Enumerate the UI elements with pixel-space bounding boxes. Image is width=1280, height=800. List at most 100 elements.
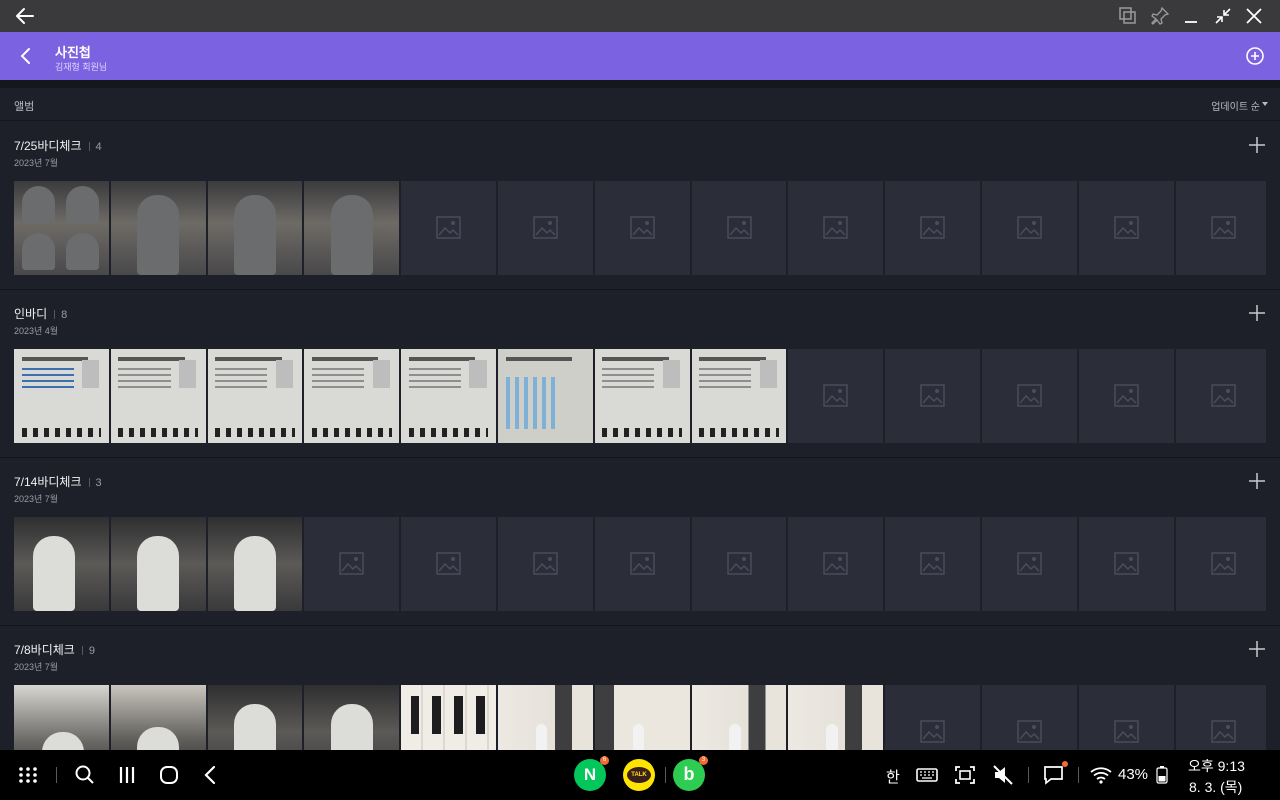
- image-placeholder-icon: [920, 216, 945, 239]
- empty-photo-slot: [885, 349, 980, 443]
- photo-thumbnail[interactable]: [110, 181, 206, 275]
- empty-photo-slot: [1175, 349, 1266, 443]
- minimize-icon[interactable]: [1180, 5, 1202, 27]
- image-placeholder-icon: [533, 216, 558, 239]
- wifi-icon[interactable]: [1088, 762, 1114, 788]
- album-date: 2023년 7월: [14, 662, 59, 672]
- image-placeholder-icon: [1210, 384, 1236, 407]
- album-title-row: 7/14바디체크 3: [14, 473, 102, 490]
- photo-thumbnail[interactable]: [14, 349, 109, 443]
- image-placeholder-icon: [920, 720, 945, 743]
- chevron-left-icon[interactable]: [14, 44, 38, 68]
- empty-photo-slot: [788, 181, 884, 275]
- clock-time[interactable]: 오후 9:13: [1188, 756, 1245, 776]
- image-placeholder-icon: [1114, 384, 1139, 407]
- band-letter: b: [683, 764, 695, 784]
- image-placeholder-icon: [533, 552, 558, 575]
- divider: [88, 142, 90, 152]
- empty-photo-slot: [304, 517, 400, 611]
- photo-count: 3: [95, 477, 102, 489]
- app-header: 사진첩 김재형 회원님: [0, 32, 1280, 80]
- photo-count: 9: [88, 645, 95, 657]
- kakaotalk-app-icon[interactable]: TALK: [623, 759, 655, 791]
- notification-badge: 6: [600, 756, 609, 765]
- recent-apps-icon[interactable]: [114, 762, 140, 788]
- image-placeholder-icon: [1114, 216, 1139, 239]
- back-icon[interactable]: [198, 762, 224, 788]
- image-placeholder-icon: [726, 216, 752, 239]
- taskbar: N 6 TALK b 3 한 43% 오후 9:13 8. 3. (목): [0, 750, 1280, 800]
- image-placeholder-icon: [726, 552, 752, 575]
- pin-icon[interactable]: [1149, 5, 1171, 27]
- photo-thumbnail[interactable]: [594, 349, 690, 443]
- screen-capture-icon[interactable]: [952, 762, 978, 788]
- header-shadow: [0, 80, 1280, 88]
- album-row[interactable]: 인바디 8 2023년 4월: [0, 290, 1280, 458]
- add-photo-icon[interactable]: [1246, 134, 1268, 156]
- empty-photo-slot: [1078, 517, 1174, 611]
- photo-thumbnail[interactable]: [304, 349, 400, 443]
- photo-thumbnail[interactable]: [304, 181, 400, 275]
- photo-thumbnail[interactable]: [207, 181, 303, 275]
- album-title-row: 7/8바디체크 9: [14, 641, 95, 658]
- image-placeholder-icon: [823, 384, 849, 407]
- empty-photo-slot: [497, 517, 593, 611]
- image-placeholder-icon: [1017, 552, 1042, 575]
- album-row[interactable]: 7/14바디체크 3 2023년 7월: [0, 458, 1280, 626]
- album-title-row: 인바디 8: [14, 305, 67, 322]
- image-placeholder-icon: [1017, 216, 1042, 239]
- empty-photo-slot: [981, 517, 1077, 611]
- restore-window-icon[interactable]: [1212, 5, 1234, 27]
- photo-thumbnail[interactable]: [110, 517, 206, 611]
- input-language-indicator[interactable]: 한: [886, 766, 900, 787]
- keyboard-icon[interactable]: [914, 762, 940, 788]
- image-placeholder-icon: [339, 552, 365, 575]
- empty-photo-slot: [1175, 517, 1266, 611]
- clock-date[interactable]: 8. 3. (목): [1189, 777, 1242, 797]
- image-placeholder-icon: [1210, 720, 1236, 743]
- empty-photo-slot: [497, 181, 593, 275]
- split-screen-icon[interactable]: [1117, 5, 1139, 27]
- divider: [1028, 767, 1029, 783]
- empty-photo-slot: [788, 517, 884, 611]
- photo-thumbnail[interactable]: [497, 349, 593, 443]
- battery-percent: 43%: [1118, 766, 1149, 783]
- photo-thumbnail[interactable]: [207, 349, 303, 443]
- close-icon[interactable]: [1243, 5, 1265, 27]
- back-arrow-icon[interactable]: [14, 5, 36, 27]
- photo-thumbnail[interactable]: [110, 349, 206, 443]
- add-album-icon[interactable]: [1243, 44, 1267, 68]
- photo-thumbnail[interactable]: [14, 517, 109, 611]
- album-date: 2023년 7월: [14, 494, 59, 504]
- divider: [56, 767, 57, 783]
- empty-photo-slot: [1078, 349, 1174, 443]
- empty-photo-slot: [788, 349, 884, 443]
- divider: [1078, 767, 1079, 783]
- image-placeholder-icon: [1114, 552, 1139, 575]
- add-photo-icon[interactable]: [1246, 638, 1268, 660]
- app-drawer-icon[interactable]: [15, 762, 41, 788]
- image-placeholder-icon: [1017, 384, 1042, 407]
- image-placeholder-icon: [920, 384, 945, 407]
- add-photo-icon[interactable]: [1246, 470, 1268, 492]
- caret-down-icon[interactable]: [1262, 102, 1268, 106]
- photo-thumbnail[interactable]: [14, 181, 109, 275]
- empty-photo-slot: [401, 181, 496, 275]
- mute-icon[interactable]: [990, 762, 1016, 788]
- naver-letter: N: [583, 765, 597, 784]
- photo-grid: [14, 349, 1266, 443]
- photo-thumbnail[interactable]: [401, 349, 496, 443]
- photo-thumbnail[interactable]: [691, 349, 787, 443]
- photo-grid: [14, 181, 1266, 275]
- image-placeholder-icon: [823, 216, 849, 239]
- photo-thumbnail[interactable]: [207, 517, 303, 611]
- home-icon[interactable]: [156, 762, 182, 788]
- album-row[interactable]: 7/25바디체크 4 2023년 7월: [0, 122, 1280, 290]
- divider: [88, 478, 90, 488]
- search-icon[interactable]: [72, 762, 98, 788]
- album-name: 인바디: [14, 307, 48, 321]
- album-date: 2023년 7월: [14, 158, 59, 168]
- empty-photo-slot: [885, 517, 980, 611]
- add-photo-icon[interactable]: [1246, 302, 1268, 324]
- sort-dropdown[interactable]: 업데이트 순: [1211, 98, 1260, 113]
